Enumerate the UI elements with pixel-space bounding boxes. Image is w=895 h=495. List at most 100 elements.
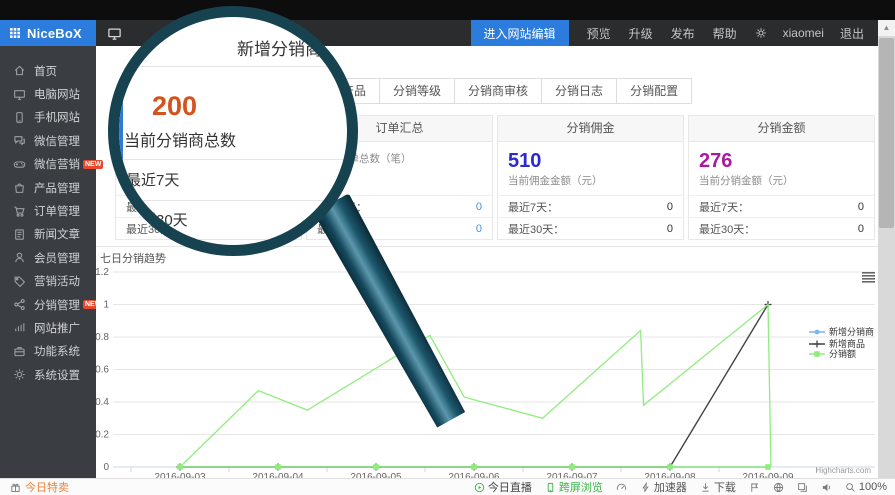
sidebar-item-label: 手机网站	[34, 109, 80, 125]
sidebar-item-手机网站[interactable]: 手机网站	[0, 106, 96, 129]
row-label: 最近30天：	[508, 221, 564, 237]
card-caption: 当前分销金额（元）	[699, 173, 864, 188]
phone-icon	[545, 482, 556, 493]
rocket-icon	[640, 482, 651, 493]
scrollbar-thumb[interactable]	[879, 38, 894, 228]
chart-credit: Highcharts.com	[815, 466, 871, 475]
status-item-跨屏浏览[interactable]: 跨屏浏览	[545, 479, 603, 495]
status-item-label: 加速器	[654, 479, 687, 495]
username[interactable]: xiaomei	[783, 20, 824, 46]
document-icon	[13, 228, 26, 241]
sidebar-item-微信管理[interactable]: 微信管理	[0, 129, 96, 152]
cart-icon	[13, 205, 26, 218]
gauge-icon	[616, 482, 627, 493]
status-bar: 今日特卖 今日直播跨屏浏览 加速器 下载 100%	[0, 478, 895, 495]
sidebar-item-分销管理[interactable]: 分销管理NEW	[0, 293, 96, 316]
sidebar-item-微信营销[interactable]: 微信营销NEW	[0, 153, 96, 176]
share-icon	[13, 298, 26, 311]
magnified-card-caption: 当前分销商总数	[124, 127, 236, 151]
status-item-今日直播[interactable]: 今日直播	[474, 479, 532, 495]
enter-site-editor-button[interactable]: 进入网站编辑	[471, 20, 569, 46]
status-item-window-icon[interactable]	[797, 482, 808, 493]
status-item-label: 100%	[859, 481, 887, 493]
sidebar-item-label: 营销活动	[34, 273, 80, 289]
sidebar-item-会员管理[interactable]: 会员管理	[0, 246, 96, 269]
sidebar-item-首页[interactable]: 首页	[0, 59, 96, 82]
status-item-gauge-icon[interactable]	[616, 482, 627, 493]
topbar-link-帮助[interactable]: 帮助	[713, 20, 737, 46]
y-tick-label: 0.2	[96, 430, 109, 441]
status-item-flag-icon[interactable]	[749, 482, 760, 493]
y-tick-label: 0.4	[96, 397, 109, 408]
globe-icon	[773, 482, 784, 493]
magnified-card-number: 200	[152, 91, 197, 122]
status-item-100%[interactable]: 100%	[845, 481, 887, 493]
sidebar-item-网站推广[interactable]: 网站推广	[0, 316, 96, 339]
tab-分销日志[interactable]: 分销日志	[541, 78, 617, 104]
sidebar-item-label: 会员管理	[34, 250, 80, 266]
tab-分销等级[interactable]: 分销等级	[379, 78, 455, 104]
legend-item-新增商品[interactable]: 新增商品	[809, 338, 865, 349]
topbar-links: 预览升级发布帮助	[587, 20, 755, 46]
row-value: 0	[858, 201, 864, 213]
status-item-加速器[interactable]: 加速器	[640, 479, 687, 495]
scroll-up-arrow[interactable]: ▲	[878, 20, 895, 36]
divider	[119, 159, 347, 160]
topbar-link-发布[interactable]: 发布	[671, 20, 695, 46]
y-tick-label: 0.8	[96, 332, 109, 343]
trend-line-chart: 00.20.40.60.811.22016-09-032016-09-04201…	[96, 247, 878, 479]
row-value[interactable]: 0	[476, 223, 482, 235]
play-icon	[474, 482, 485, 493]
row-value: 0	[667, 201, 673, 213]
signal-icon	[13, 321, 26, 334]
vertical-scrollbar[interactable]: ▲	[878, 20, 895, 478]
sidebar-item-营销活动[interactable]: 营销活动	[0, 270, 96, 293]
status-item-daily-deals[interactable]: 今日特卖	[10, 479, 69, 495]
sidebar-item-订单管理[interactable]: 订单管理	[0, 199, 96, 222]
status-item-下载[interactable]: 下载	[700, 479, 736, 495]
sidebar-item-label: 网站推广	[34, 320, 80, 336]
topbar-link-预览[interactable]: 预览	[587, 20, 611, 46]
monitor-icon	[13, 88, 26, 101]
tab-分销商审核[interactable]: 分销商审核	[454, 78, 542, 104]
legend-item-新增分销商[interactable]: 新增分销商	[809, 326, 874, 337]
status-item-speaker-icon[interactable]	[821, 482, 832, 493]
status-item-globe-icon[interactable]	[773, 482, 784, 493]
sidebar-item-电脑网站[interactable]: 电脑网站	[0, 82, 96, 105]
card-分销佣金: 分销佣金510当前佣金金额（元）最近7天：0最近30天：0	[497, 115, 684, 240]
card-title: 分销佣金	[498, 116, 683, 142]
card-row: 最近30天：0	[498, 217, 683, 239]
y-tick-label: 1.2	[96, 267, 109, 278]
status-item-label: 今日特卖	[25, 479, 69, 495]
logout-link[interactable]: 退出	[840, 20, 864, 46]
gift-icon	[10, 482, 21, 493]
sidebar-item-新闻文章[interactable]: 新闻文章	[0, 223, 96, 246]
chat-icon	[13, 134, 26, 147]
series-新增商品	[180, 305, 768, 468]
window-icon	[797, 482, 808, 493]
grid-icon	[9, 27, 21, 39]
sidebar-item-label: 微信管理	[34, 133, 80, 149]
sidebar-item-label: 首页	[34, 63, 57, 79]
sidebar-item-功能系统[interactable]: 功能系统	[0, 340, 96, 363]
chart-export-menu-icon[interactable]	[862, 272, 875, 283]
sidebar-item-label: 系统设置	[34, 367, 80, 383]
card-caption: 当前佣金金额（元）	[508, 173, 673, 188]
settings-gear-icon[interactable]	[755, 20, 767, 46]
zoom-icon	[845, 482, 856, 493]
legend-label: 新增商品	[829, 338, 865, 349]
tab-bar: 分销产品分销等级分销商审核分销日志分销配置	[305, 78, 692, 104]
status-item-label: 下载	[714, 479, 736, 495]
legend-label: 新增分销商	[829, 326, 874, 337]
card-row: 最近7天：0	[498, 195, 683, 217]
sidebar-item-系统设置[interactable]: 系统设置	[0, 363, 96, 386]
card-row: 最近7天：0	[689, 195, 874, 217]
row-value[interactable]: 0	[476, 201, 482, 213]
legend-item-分销额[interactable]: 分销额	[809, 348, 856, 359]
sidebar-item-产品管理[interactable]: 产品管理	[0, 176, 96, 199]
status-item-label: 今日直播	[488, 479, 532, 495]
tab-分销配置[interactable]: 分销配置	[616, 78, 692, 104]
sidebar: 首页电脑网站手机网站微信管理微信营销NEW产品管理订单管理新闻文章会员管理营销活…	[0, 46, 96, 478]
sidebar-item-label: 订单管理	[34, 203, 80, 219]
topbar-link-升级[interactable]: 升级	[629, 20, 653, 46]
